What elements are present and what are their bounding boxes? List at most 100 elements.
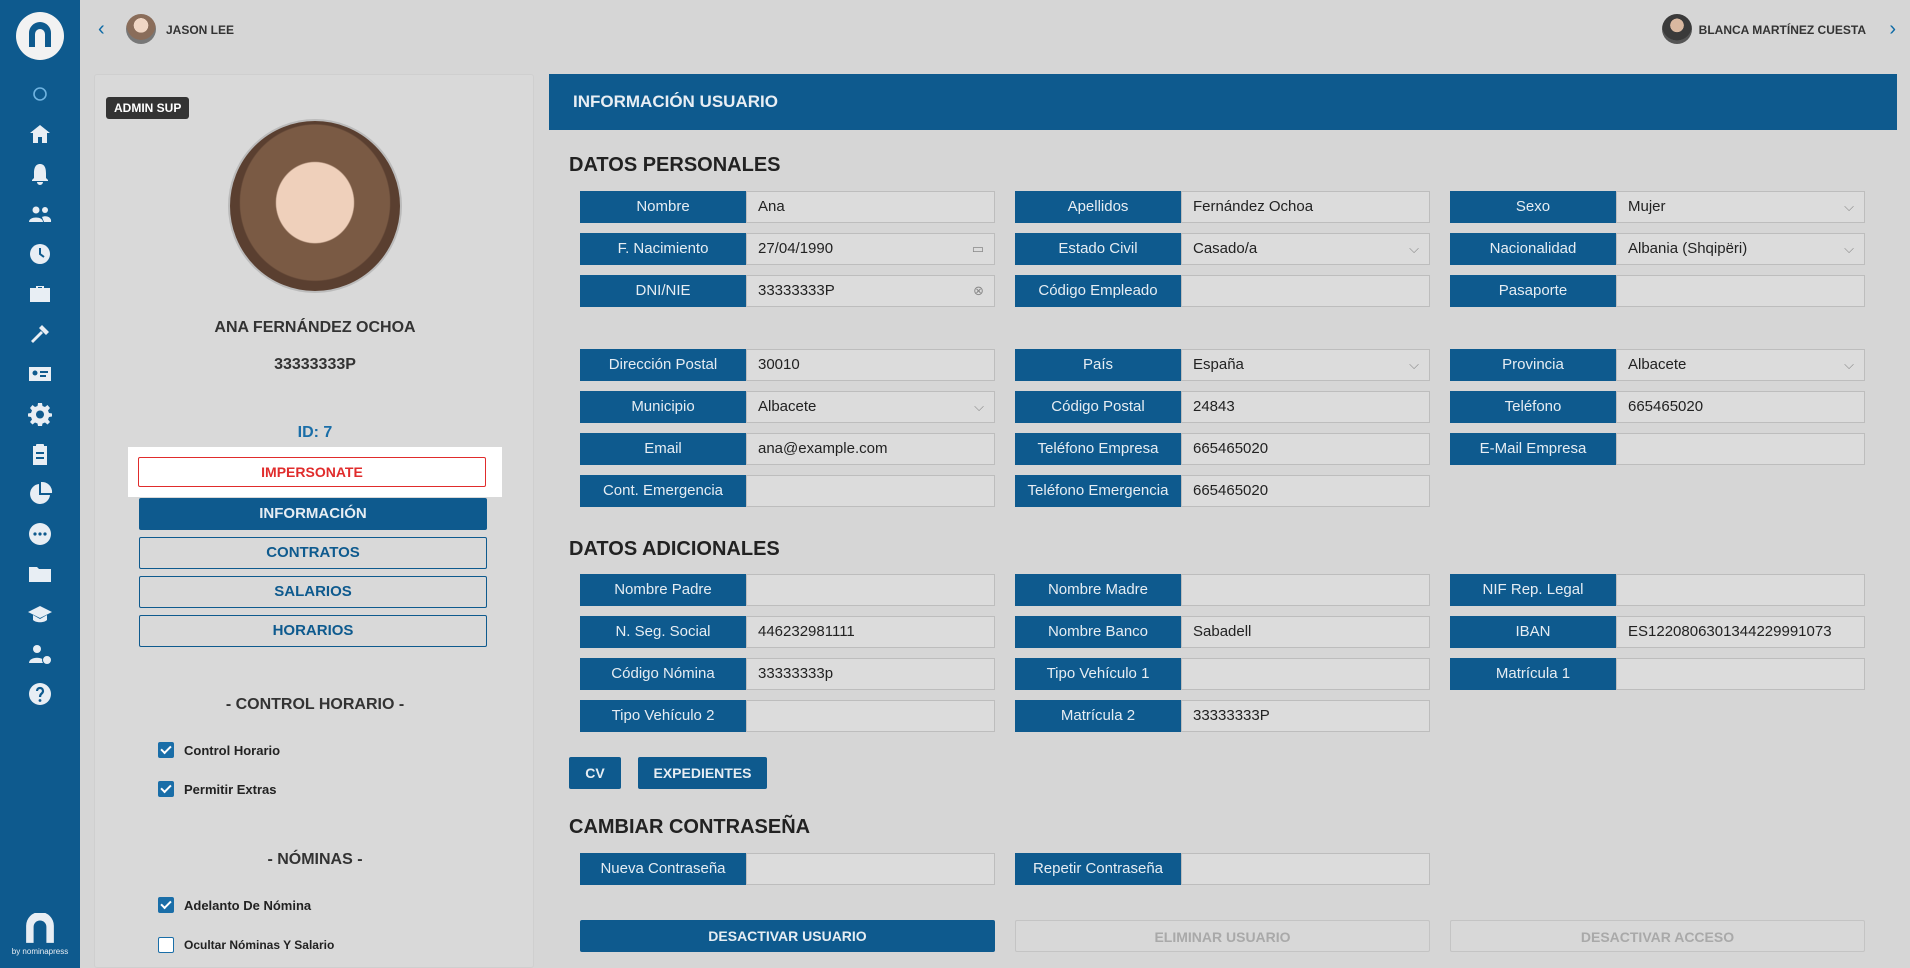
adelanto-nomina-checkbox[interactable]: Adelanto De Nómina <box>158 897 311 913</box>
footer-logo-icon <box>26 911 54 943</box>
nombre-banco-input[interactable]: Sabadell <box>1181 616 1430 648</box>
pais-field: País España ⌵ <box>1015 349 1430 381</box>
iban-input[interactable]: ES1220806301344229991073 <box>1616 616 1865 648</box>
impersonate-button[interactable]: IMPERSONATE <box>138 457 486 487</box>
direccion-postal-field: Dirección Postal 30010 <box>580 349 995 381</box>
help-icon <box>29 683 51 705</box>
chevron-down-icon[interactable]: ⌵ <box>1409 350 1419 380</box>
field-value: Casado/a <box>1193 240 1258 257</box>
chevron-down-icon[interactable]: ⌵ <box>1844 350 1854 380</box>
sidebar-item-folder[interactable] <box>20 554 60 594</box>
n-seg-social-field: N. Seg. Social 446232981111 <box>580 616 995 648</box>
field-value: Albania (Shqipëri) <box>1628 240 1748 257</box>
permitir-extras-checkbox[interactable]: Permitir Extras <box>158 781 277 797</box>
codigo-nomina-input[interactable]: 33333333p <box>746 658 995 690</box>
field-label: IBAN <box>1450 616 1616 648</box>
matricula-2-input[interactable]: 33333333P <box>1181 700 1430 732</box>
users-icon <box>29 206 52 222</box>
dni-nie-input[interactable]: 33333333P ⊗ <box>746 275 995 307</box>
nueva-contrasena-input[interactable] <box>746 853 995 885</box>
tipo-vehiculo-2-input[interactable] <box>746 700 995 732</box>
sidebar-item-id-card[interactable] <box>20 354 60 394</box>
pais-input[interactable]: España ⌵ <box>1181 349 1430 381</box>
repetir-contrasena-input[interactable] <box>1181 853 1430 885</box>
control-horario-checkbox[interactable]: Control Horario <box>158 742 280 758</box>
field-label: N. Seg. Social <box>580 616 746 648</box>
nacionalidad-input[interactable]: Albania (Shqipëri) ⌵ <box>1616 233 1865 265</box>
nueva-contrasena-field: Nueva Contraseña <box>580 853 995 885</box>
apellidos-input[interactable]: Fernández Ochoa <box>1181 191 1430 223</box>
matricula-2-field: Matrícula 2 33333333P <box>1015 700 1430 732</box>
profile-name: ANA FERNÁNDEZ OCHOA <box>214 319 416 336</box>
chevron-right-icon[interactable]: › <box>1889 18 1896 41</box>
nombre-madre-input[interactable] <box>1181 574 1430 606</box>
nif-rep-legal-input[interactable] <box>1616 574 1865 606</box>
provincia-field: Provincia Albacete ⌵ <box>1450 349 1865 381</box>
deactivate-user-button[interactable]: DESACTIVAR USUARIO <box>580 920 995 952</box>
logo[interactable] <box>16 12 64 60</box>
left-user-name[interactable]: JASON LEE <box>166 23 234 37</box>
telefono-empresa-field: Teléfono Empresa 665465020 <box>1015 433 1430 465</box>
sidebar-item-home[interactable] <box>20 114 60 154</box>
telefono-empresa-input[interactable]: 665465020 <box>1181 433 1430 465</box>
checkbox-icon[interactable] <box>158 781 174 797</box>
checkbox-icon[interactable] <box>158 897 174 913</box>
sidebar-item-graduation[interactable] <box>20 594 60 634</box>
ocultar-nominas-checkbox[interactable]: Ocultar Nóminas Y Salario <box>158 937 334 953</box>
cont-emergencia-input[interactable] <box>746 475 995 507</box>
chevron-left-icon[interactable]: ‹ <box>98 18 105 41</box>
sidebar-item-clipboard[interactable] <box>20 434 60 474</box>
sidebar-item-pie-chart[interactable] <box>20 474 60 514</box>
estado-civil-input[interactable]: Casado/a ⌵ <box>1181 233 1430 265</box>
tab-horarios[interactable]: HORARIOS <box>139 615 487 647</box>
municipio-input[interactable]: Albacete ⌵ <box>746 391 995 423</box>
sexo-input[interactable]: Mujer ⌵ <box>1616 191 1865 223</box>
field-label: Municipio <box>580 391 746 423</box>
chevron-down-icon[interactable]: ⌵ <box>1844 234 1854 264</box>
delete-user-button[interactable]: ELIMINAR USUARIO <box>1015 920 1430 952</box>
sidebar-item-chat[interactable] <box>20 514 60 554</box>
chevron-down-icon[interactable]: ⌵ <box>1844 192 1854 222</box>
right-user-name[interactable]: BLANCA MARTÍNEZ CUESTA <box>1699 23 1866 37</box>
sidebar-item-briefcase[interactable] <box>20 274 60 314</box>
tab-salarios[interactable]: SALARIOS <box>139 576 487 608</box>
f-nacimiento-input[interactable]: 27/04/1990 ▭ <box>746 233 995 265</box>
pasaporte-input[interactable] <box>1616 275 1865 307</box>
nombre-padre-input[interactable] <box>746 574 995 606</box>
n-seg-social-input[interactable]: 446232981111 <box>746 616 995 648</box>
sexo-field: Sexo Mujer ⌵ <box>1450 191 1865 223</box>
field-label: Código Nómina <box>580 658 746 690</box>
tab-contratos[interactable]: CONTRATOS <box>139 537 487 569</box>
sidebar-item-user-payment[interactable] <box>20 634 60 674</box>
codigo-empleado-input[interactable] <box>1181 275 1430 307</box>
deactivate-access-button[interactable]: DESACTIVAR ACCESO <box>1450 920 1865 952</box>
tab-informacion[interactable]: INFORMACIÓN <box>139 498 487 530</box>
telefono-emergencia-input[interactable]: 665465020 <box>1181 475 1430 507</box>
cv-button[interactable]: CV <box>569 757 621 789</box>
sidebar-item-circle[interactable] <box>20 74 60 114</box>
logo-icon <box>29 22 51 47</box>
matricula-1-input[interactable] <box>1616 658 1865 690</box>
provincia-input[interactable]: Albacete ⌵ <box>1616 349 1865 381</box>
nombre-input[interactable]: Ana <box>746 191 995 223</box>
tipo-vehiculo-1-input[interactable] <box>1181 658 1430 690</box>
e-mail-empresa-input[interactable] <box>1616 433 1865 465</box>
email-input[interactable]: ana@example.com <box>746 433 995 465</box>
sidebar-item-tools[interactable] <box>20 314 60 354</box>
clear-icon[interactable]: ⊗ <box>973 276 984 306</box>
calendar-icon[interactable]: ▭ <box>972 234 984 264</box>
sidebar-item-help[interactable] <box>20 674 60 714</box>
direccion-postal-input[interactable]: 30010 <box>746 349 995 381</box>
sidebar-item-clock[interactable] <box>20 234 60 274</box>
codigo-postal-input[interactable]: 24843 <box>1181 391 1430 423</box>
field-label: Estado Civil <box>1015 233 1181 265</box>
sidebar-item-users[interactable] <box>20 194 60 234</box>
sidebar-item-bell[interactable] <box>20 154 60 194</box>
checkbox-icon[interactable] <box>158 937 174 953</box>
checkbox-icon[interactable] <box>158 742 174 758</box>
sidebar-item-gear[interactable] <box>20 394 60 434</box>
chevron-down-icon[interactable]: ⌵ <box>1409 234 1419 264</box>
telefono-input[interactable]: 665465020 <box>1616 391 1865 423</box>
expedientes-button[interactable]: EXPEDIENTES <box>638 757 767 789</box>
chevron-down-icon[interactable]: ⌵ <box>974 392 984 422</box>
